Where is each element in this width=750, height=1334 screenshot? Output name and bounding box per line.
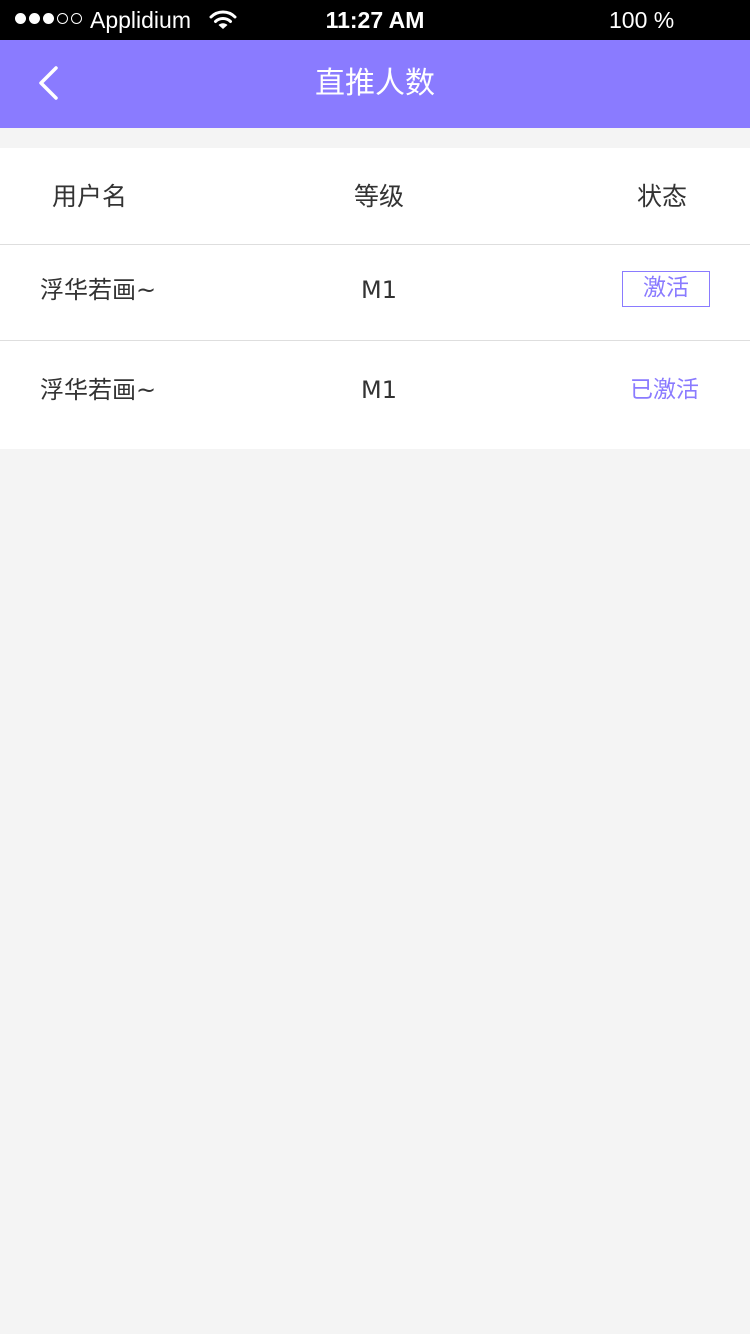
referral-list: 用户名 等级 状态 浮华若画~ M1 激活 浮华若画~ M1 已激活	[0, 148, 750, 449]
activated-status-label: 已激活	[630, 377, 699, 403]
status-bar: Applidium 11:27 AM 100 %	[0, 0, 750, 40]
navigation-bar: 直推人数	[0, 40, 750, 128]
table-header: 用户名 等级 状态	[0, 148, 750, 245]
activate-button[interactable]: 激活	[622, 271, 710, 307]
column-header-status: 状态	[637, 182, 688, 211]
page-title: 直推人数	[315, 66, 435, 101]
table-row: 浮华若画~ M1 已激活	[0, 341, 750, 449]
battery-level: 100 %	[609, 7, 675, 33]
table-row: 浮华若画~ M1 激活	[0, 245, 750, 341]
